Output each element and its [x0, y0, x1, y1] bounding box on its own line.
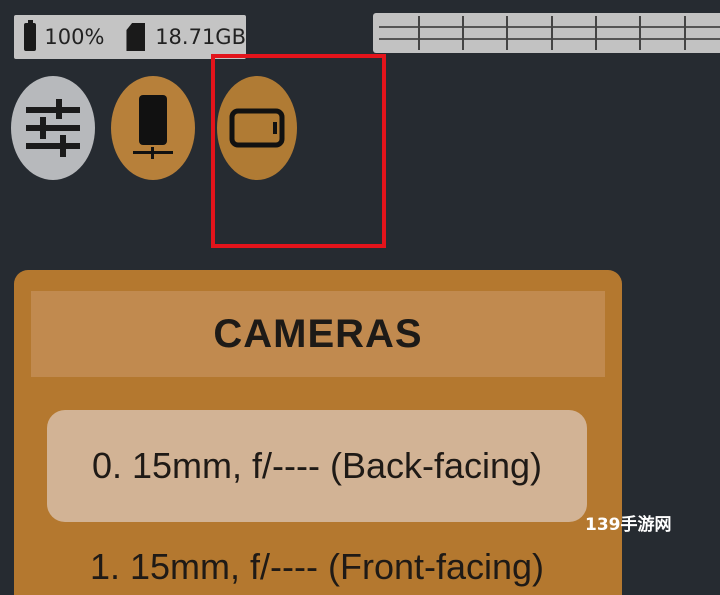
phone-portrait-icon — [133, 95, 173, 159]
sd-card-icon — [126, 23, 146, 51]
watermark: 139手游网 — [585, 515, 672, 535]
settings-button[interactable] — [11, 76, 95, 180]
ruler-line-bottom — [379, 38, 720, 40]
ruler-tick — [684, 16, 686, 50]
camera-app-screen: 100% 18.71GB CAMERAS 0. 15mm, f/---- (Ba… — [0, 0, 720, 595]
ruler-tick — [462, 16, 464, 50]
ruler-line-top — [379, 26, 720, 28]
camera-option-back[interactable]: 0. 15mm, f/---- (Back-facing) — [47, 410, 587, 522]
ruler-tick — [595, 16, 597, 50]
level-ruler — [373, 13, 720, 53]
ruler-tick — [551, 16, 553, 50]
ruler-tick — [506, 16, 508, 50]
cameras-panel: CAMERAS 0. 15mm, f/---- (Back-facing) 1.… — [14, 270, 622, 595]
battery-level: 100% — [44, 25, 105, 49]
cameras-header: CAMERAS — [31, 291, 605, 377]
status-bar: 100% 18.71GB — [14, 15, 246, 59]
storage-free: 18.71GB — [155, 25, 246, 49]
highlight-box — [211, 54, 386, 248]
sliders-icon — [26, 99, 80, 157]
ruler-tick — [418, 16, 420, 50]
battery-icon — [24, 20, 37, 51]
ruler-tick — [639, 16, 641, 50]
camera-option-front[interactable]: 1. 15mm, f/---- (Front-facing) — [47, 528, 587, 595]
portrait-orientation-button[interactable] — [111, 76, 195, 180]
